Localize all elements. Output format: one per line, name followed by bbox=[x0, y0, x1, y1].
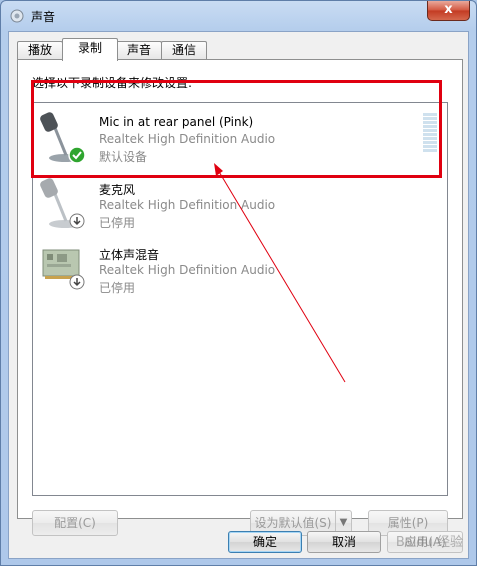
device-status: 默认设备 bbox=[99, 150, 148, 164]
window-title: 声音 bbox=[31, 10, 56, 24]
set-default-label: 设为默认值(S) bbox=[254, 516, 332, 530]
configure-button[interactable]: 配置(C) bbox=[32, 510, 118, 536]
ok-button[interactable]: 确定 bbox=[228, 531, 302, 553]
cancel-button[interactable]: 取消 bbox=[307, 531, 381, 553]
device-status: 已停用 bbox=[99, 281, 136, 295]
close-button[interactable]: x bbox=[427, 1, 470, 21]
device-item[interactable]: 立体声混音 Realtek High Definition Audio 已停用 bbox=[37, 238, 443, 300]
tab-playback[interactable]: 播放 bbox=[17, 41, 63, 60]
tab-sounds[interactable]: 声音 bbox=[116, 41, 162, 60]
device-name: 立体声混音 bbox=[99, 248, 160, 262]
microphone-icon bbox=[39, 111, 87, 167]
level-meter bbox=[423, 113, 437, 155]
device-status: 已停用 bbox=[99, 216, 136, 230]
device-list[interactable]: Mic in at rear panel (Pink) Realtek High… bbox=[32, 102, 448, 496]
device-name: 麦克风 bbox=[99, 183, 136, 197]
microphone-icon bbox=[39, 177, 87, 233]
dialog-client-area: 播放 录制 声音 通信 选择以下录制设备来修改设置: Mic in at rea… bbox=[8, 31, 469, 559]
title-bar[interactable]: 声音 x bbox=[1, 1, 476, 31]
device-name: Mic in at rear panel (Pink) bbox=[99, 115, 254, 129]
sound-dialog-window: 声音 x 播放 录制 声音 通信 选择以下录制设备来修改设置: Mic in a… bbox=[0, 0, 477, 566]
sound-card-icon bbox=[39, 242, 87, 298]
instruction-text: 选择以下录制设备来修改设置: bbox=[32, 76, 193, 90]
watermark-text: Baidu 经验 bbox=[395, 535, 463, 550]
device-driver: Realtek High Definition Audio bbox=[99, 132, 276, 146]
tab-communications[interactable]: 通信 bbox=[161, 41, 207, 60]
device-item[interactable]: Mic in at rear panel (Pink) Realtek High… bbox=[37, 107, 443, 169]
device-driver: Realtek High Definition Audio bbox=[99, 263, 276, 277]
tab-recording[interactable]: 录制 bbox=[62, 38, 118, 61]
close-icon: x bbox=[444, 2, 453, 17]
device-item[interactable]: 麦克风 Realtek High Definition Audio 已停用 bbox=[37, 173, 443, 235]
speaker-icon bbox=[9, 8, 25, 24]
recording-panel: 选择以下录制设备来修改设置: Mic in at rear panel (Pin… bbox=[17, 59, 463, 537]
device-driver: Realtek High Definition Audio bbox=[99, 198, 276, 212]
